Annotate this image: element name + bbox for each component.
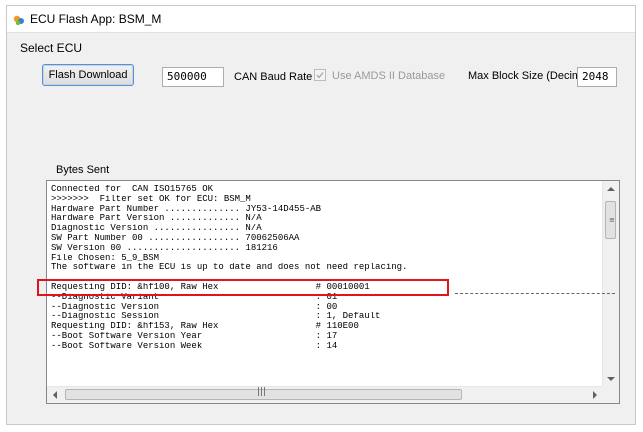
vertical-scroll-thumb[interactable]: ≡ (605, 201, 616, 239)
menu-select-ecu[interactable]: Select ECU (20, 41, 82, 55)
window-title: ECU Flash App: BSM_M (30, 12, 162, 26)
grip-icon: ≡ (609, 216, 615, 224)
log-line: SW Part Number 00 ................. 7006… (51, 233, 300, 243)
flash-download-button[interactable]: Flash Download (42, 64, 134, 86)
grip-icon: ||| (257, 387, 267, 397)
baud-rate-input[interactable]: 500000 (162, 67, 224, 87)
scroll-left-icon[interactable] (53, 391, 57, 399)
log-line: Requesting DID: &hf100, Raw Hex # 000100… (51, 282, 370, 292)
log-line: --Boot Software Version Year : 17 (51, 331, 338, 341)
log-line: --Boot Software Version Week : 14 (51, 341, 338, 351)
log-line: >>>>>>> Filter set OK for ECU: BSM_M (51, 194, 251, 204)
log-line: Requesting DID: &hf153, Raw Hex # 110E00 (51, 322, 359, 332)
log-line: --Diagnostic Session : 1, Default (51, 312, 381, 322)
log-line-highlighted: The software in the ECU is up to date an… (51, 263, 408, 273)
horizontal-scrollbar[interactable]: ||| (47, 386, 603, 403)
app-icon (13, 13, 25, 26)
max-block-size-label: Max Block Size (Decimal) (468, 70, 594, 82)
use-amds-checkbox[interactable] (314, 69, 326, 81)
log-line: Connected for CAN ISO15765 OK (51, 185, 214, 194)
check-icon (316, 72, 324, 79)
log-line: File Chosen: 5_9_BSM (51, 253, 160, 263)
max-block-size-input[interactable]: 2048 (577, 67, 617, 87)
log-line: Hardware Part Version ............. N/A (51, 214, 262, 224)
log-output-box[interactable]: Connected for CAN ISO15765 OK >>>>>>> Fi… (46, 180, 620, 404)
scroll-corner (602, 386, 619, 403)
log-line: SW Version 00 ..................... 1812… (51, 243, 278, 253)
scroll-down-icon[interactable] (607, 377, 615, 381)
scroll-up-icon[interactable] (607, 187, 615, 191)
app-window: ECU Flash App: BSM_M Select ECU Flash Do… (6, 5, 636, 425)
title-bar: ECU Flash App: BSM_M (7, 6, 635, 33)
scroll-right-icon[interactable] (593, 391, 597, 399)
baud-rate-label: CAN Baud Rate (234, 71, 313, 83)
log-lines: Connected for CAN ISO15765 OK >>>>>>> Fi… (51, 185, 607, 352)
separator-line (455, 293, 615, 295)
log-line: Hardware Part Number .............. JY53… (51, 204, 322, 214)
log-line: Diagnostic Version ................ N/A (51, 224, 262, 234)
vertical-scrollbar[interactable]: ≡ (602, 181, 619, 387)
bytes-sent-label: Bytes Sent (56, 164, 110, 176)
log-line: --Diagnostic Version : 00 (51, 302, 338, 312)
horizontal-scroll-thumb[interactable]: ||| (65, 387, 462, 400)
use-amds-label: Use AMDS II Database (332, 70, 446, 82)
